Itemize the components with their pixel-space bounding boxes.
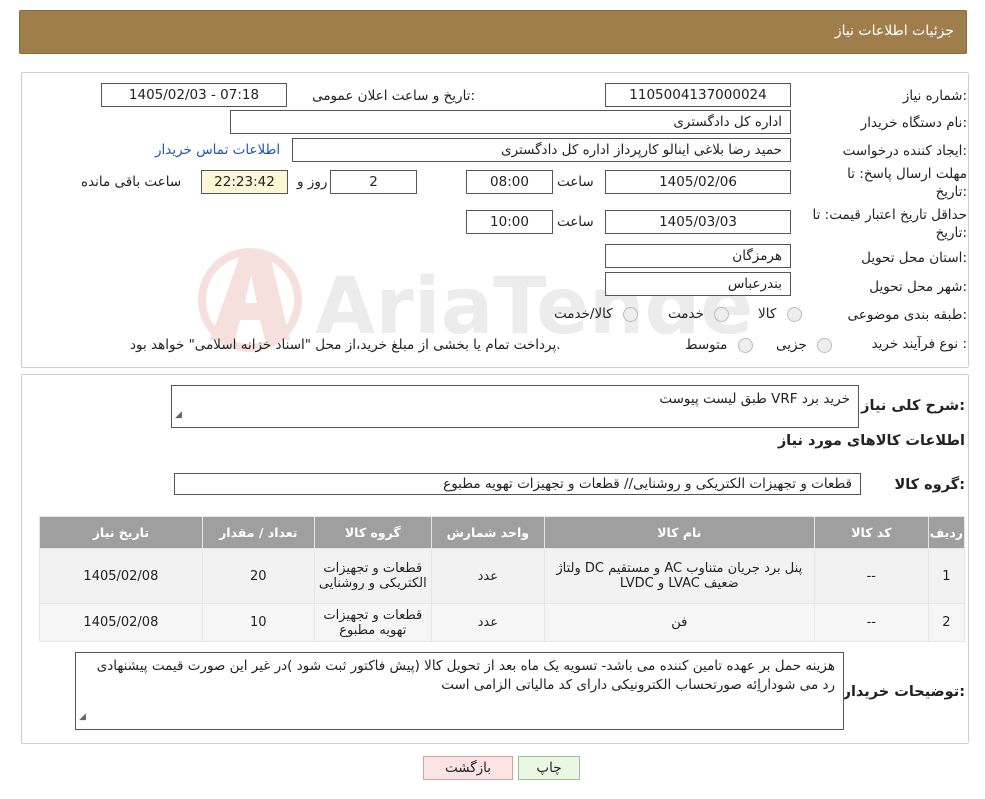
remaining-time-label: ساعت باقی مانده: [81, 174, 182, 190]
radio-icon[interactable]: [714, 306, 730, 322]
category-option-goods-service[interactable]: کالا/خدمت: [554, 306, 639, 322]
announce-date-field: 1405/02/03 - 07:18: [101, 83, 287, 107]
buyer-notes-textarea[interactable]: هزینه حمل بر عهده تامین کننده می باشد- ت…: [75, 652, 844, 730]
summary-label: شرح کلی نیاز:: [861, 398, 965, 414]
summary-textarea[interactable]: خرید برد VRF طبق لیست پیوست ◢: [171, 385, 859, 428]
cell-date: 1405/02/08: [39, 603, 203, 642]
process-option-minor[interactable]: جزیی: [776, 337, 833, 353]
col-code-header: کد کالا: [813, 516, 929, 549]
remaining-time-field: 22:23:42: [201, 170, 288, 194]
category-option-service-label: خدمت: [668, 306, 704, 322]
process-option-medium[interactable]: متوسط: [685, 337, 753, 353]
process-option-medium-label: متوسط: [685, 337, 728, 353]
cell-row: 2: [927, 603, 966, 642]
items-table: ردیف کد کالا نام کالا واحد شمارش گروه کا…: [39, 516, 966, 642]
radio-icon[interactable]: [623, 306, 639, 322]
requester-field: حمید رضا بلاغی اینالو کارپرداز اداره کل …: [292, 138, 791, 162]
buyer-notes-label: توضیحات خریدار:: [842, 684, 965, 700]
announce-date-label: تاریخ و ساعت اعلان عمومی:: [312, 88, 475, 104]
radio-icon[interactable]: [786, 306, 802, 322]
items-section-title: اطلاعات کالاهای مورد نیاز: [777, 433, 965, 449]
city-field: بندرعباس: [605, 272, 791, 296]
radio-icon[interactable]: [817, 337, 833, 353]
col-unit-header: واحد شمارش: [430, 516, 545, 549]
buyer-org-field: اداره کل دادگستری: [230, 110, 791, 134]
col-row-header: ردیف: [927, 516, 966, 549]
need-number-label: شماره نیاز:: [902, 88, 967, 104]
table-row: 1 -- پنل برد جریان متناوب AC و مستقیم DC…: [39, 548, 966, 604]
page-header: جزئیات اطلاعات نیاز: [19, 10, 967, 54]
cell-unit: عدد: [430, 548, 545, 604]
days-remaining-field: 2: [330, 170, 417, 194]
resize-grip-icon[interactable]: ◢: [175, 406, 182, 425]
cell-qty: 10: [201, 603, 315, 642]
radio-icon[interactable]: [737, 337, 753, 353]
cell-group: قطعات و تجهیزات الکتریکی و روشنایی: [313, 548, 432, 604]
col-name-header: نام کالا: [543, 516, 815, 549]
need-number-field: 1105004137000024: [605, 83, 791, 107]
print-button[interactable]: چاپ: [518, 756, 580, 780]
city-label: شهر محل تحویل:: [869, 279, 967, 295]
cell-code: --: [813, 548, 929, 604]
process-note: پرداخت تمام یا بخشی از مبلغ خرید،از محل …: [130, 337, 561, 353]
cell-code: --: [813, 603, 929, 642]
validity-time-label: ساعت: [557, 214, 594, 230]
days-label: روز و: [297, 174, 328, 190]
buyer-org-label: نام دستگاه خریدار:: [860, 115, 967, 131]
validity-date-field: 1405/03/03: [605, 210, 791, 234]
col-qty-header: تعداد / مقدار: [201, 516, 315, 549]
province-field: هرمزگان: [605, 244, 791, 268]
table-header-row: ردیف کد کالا نام کالا واحد شمارش گروه کا…: [39, 516, 966, 549]
cell-group: قطعات و تجهیزات تهویه مطبوع: [313, 603, 432, 642]
buyer-contact-link[interactable]: اطلاعات تماس خریدار: [155, 142, 280, 158]
category-label: طبقه بندی موضوعی:: [847, 307, 967, 323]
cell-row: 1: [927, 548, 966, 604]
cell-name: پنل برد جریان متناوب AC و مستقیم DC ولتا…: [543, 548, 815, 604]
summary-text: خرید برد VRF طبق لیست پیوست: [659, 391, 850, 407]
process-type-label: نوع فرآیند خرید :: [871, 336, 967, 352]
category-option-goods[interactable]: کالا: [758, 306, 802, 322]
category-option-service[interactable]: خدمت: [668, 306, 730, 322]
product-group-label: گروه کالا:: [894, 477, 965, 493]
deadline-time-field: 08:00: [466, 170, 553, 194]
province-label: استان محل تحویل:: [861, 250, 967, 266]
product-group-field: قطعات و تجهیزات الکتریکی و روشنایی// قطع…: [174, 473, 861, 495]
buyer-notes-text: هزینه حمل بر عهده تامین کننده می باشد- ت…: [96, 658, 835, 693]
category-option-goods-label: کالا: [758, 306, 777, 322]
validity-time-field: 10:00: [466, 210, 553, 234]
back-button[interactable]: بازگشت: [423, 756, 513, 780]
deadline-label-date: تاریخ:: [935, 184, 967, 200]
cell-unit: عدد: [430, 603, 545, 642]
requester-label: ایجاد کننده درخواست:: [842, 143, 967, 159]
validity-label-date: تاریخ:: [935, 225, 967, 241]
cell-qty: 20: [201, 548, 315, 604]
cell-date: 1405/02/08: [39, 548, 203, 604]
col-group-header: گروه کالا: [313, 516, 432, 549]
category-option-goods-service-label: کالا/خدمت: [554, 306, 613, 322]
validity-label: حداقل تاریخ اعتبار قیمت: تا: [812, 207, 967, 223]
page-title: جزئیات اطلاعات نیاز: [834, 23, 954, 39]
deadline-label: مهلت ارسال پاسخ: تا: [847, 166, 967, 182]
process-option-minor-label: جزیی: [776, 337, 807, 353]
deadline-date-field: 1405/02/06: [605, 170, 791, 194]
resize-grip-icon[interactable]: ◢: [79, 708, 86, 727]
deadline-time-label: ساعت: [557, 174, 594, 190]
cell-name: فن: [543, 603, 815, 642]
table-row: 2 -- فن عدد قطعات و تجهیزات تهویه مطبوع …: [39, 603, 966, 642]
col-date-header: تاریخ نیاز: [39, 516, 203, 549]
